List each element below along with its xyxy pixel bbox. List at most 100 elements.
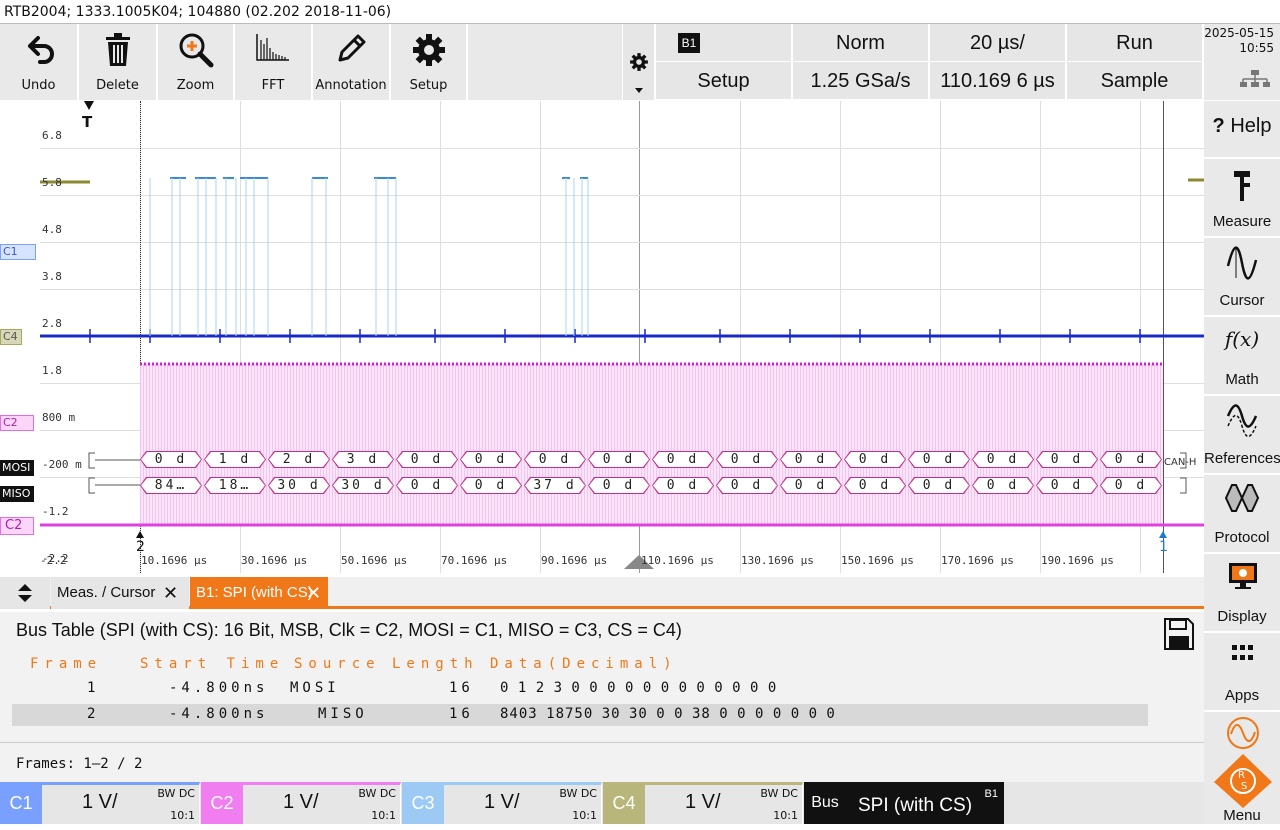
miso-frame[interactable]: 0 d: [1100, 477, 1162, 494]
mosi-frame[interactable]: 0 d: [396, 451, 458, 468]
reference-wave-icon: [1226, 404, 1258, 438]
channel-scale-c3[interactable]: 1 V/BW DC 10:1: [444, 782, 602, 824]
references-button[interactable]: References: [1204, 396, 1280, 474]
miso-frame[interactable]: 0 d: [396, 477, 458, 494]
cursor-label: Cursor: [1219, 292, 1265, 309]
row-start: -4.800ns: [169, 680, 269, 696]
zoom-button[interactable]: Zoom: [158, 24, 234, 100]
miso-frame[interactable]: 30 d: [332, 477, 394, 494]
math-button[interactable]: f(x) Math: [1204, 317, 1280, 395]
mosi-frame[interactable]: 2 d: [268, 451, 330, 468]
delete-button[interactable]: Delete: [79, 24, 157, 100]
miso-frame[interactable]: 0 d: [908, 477, 970, 494]
close-icon[interactable]: ✕: [306, 577, 321, 609]
save-icon[interactable]: [1164, 618, 1194, 650]
row-length: 16: [449, 706, 474, 722]
table-row[interactable]: 2 -4.800ns MISO 16 8403 18750 30 30 0 0 …: [12, 704, 1148, 726]
apps-button[interactable]: Apps: [1204, 633, 1280, 711]
result-tabs: Meas. / Cursor ✕ B1: SPI (with CS) ✕: [0, 577, 1204, 609]
channel-tag-c1[interactable]: C1: [0, 244, 36, 260]
bus-table-panel: Bus Table (SPI (with CS): 16 Bit, MSB, C…: [0, 612, 1204, 782]
miso-frame[interactable]: 18…: [204, 477, 266, 494]
delete-label: Delete: [96, 78, 139, 93]
miso-frame[interactable]: 0 d: [780, 477, 842, 494]
marker-1[interactable]: 1: [1159, 539, 1168, 555]
zoom-label: Zoom: [176, 78, 215, 93]
help-button[interactable]: ? Help: [1204, 101, 1280, 158]
mosi-frame[interactable]: 0 d: [844, 451, 906, 468]
bus-button[interactable]: Bus: [804, 782, 846, 824]
x-tick-label: 130.1696 µs: [741, 554, 814, 567]
trigger-mode[interactable]: Norm: [793, 24, 929, 62]
svg-text:R: R: [1238, 770, 1245, 781]
run-state[interactable]: Run: [1067, 24, 1203, 62]
miso-frame[interactable]: 0 d: [844, 477, 906, 494]
table-row[interactable]: 1 -4.800ns MOSI 16 0 1 2 3 0 0 0 0 0 0 0…: [12, 678, 1148, 700]
mosi-frame[interactable]: 0 d: [1100, 451, 1162, 468]
quick-settings-button[interactable]: [623, 24, 655, 100]
miso-frame[interactable]: 37 d: [524, 477, 586, 494]
miso-frame[interactable]: 84…: [140, 477, 202, 494]
mosi-frame[interactable]: 3 d: [332, 451, 394, 468]
panel-resize-button[interactable]: [0, 577, 50, 609]
miso-frame[interactable]: 0 d: [972, 477, 1034, 494]
mosi-frame[interactable]: 0 d: [716, 451, 778, 468]
close-icon[interactable]: ✕: [163, 577, 178, 609]
row-source: MISO: [318, 706, 368, 722]
measure-button[interactable]: Measure: [1204, 159, 1280, 237]
channel-button-c3[interactable]: C3: [402, 782, 444, 824]
channel-scale-c4[interactable]: 1 V/BW DC 10:1: [645, 782, 803, 824]
miso-frame[interactable]: 0 d: [588, 477, 650, 494]
tab-spi-with-cs[interactable]: B1: SPI (with CS) ✕: [190, 577, 328, 609]
acquisition-mode[interactable]: Sample: [1067, 62, 1203, 100]
miso-frame[interactable]: 0 d: [716, 477, 778, 494]
channel-scale-c2[interactable]: 1 V/BW DC 10:1: [243, 782, 401, 824]
help-label: Help: [1230, 115, 1272, 137]
channel-bandwidth: BW DC: [559, 787, 597, 800]
channel-button-c4[interactable]: C4: [603, 782, 645, 824]
mosi-frame[interactable]: 0 d: [1036, 451, 1098, 468]
display-button[interactable]: Display: [1204, 554, 1280, 632]
channel-button-c1[interactable]: C1: [0, 782, 42, 824]
fft-button[interactable]: FFT: [235, 24, 312, 100]
miso-frame[interactable]: 0 d: [1036, 477, 1098, 494]
miso-frame[interactable]: 0 d: [652, 477, 714, 494]
mosi-frame[interactable]: 0 d: [588, 451, 650, 468]
mosi-frame[interactable]: 0 d: [908, 451, 970, 468]
channel-tag-c2-level[interactable]: C2: [0, 517, 34, 535]
sample-rate[interactable]: 1.25 GSa/s: [793, 62, 929, 100]
marker-2[interactable]: 2: [136, 539, 145, 555]
cursor-button[interactable]: Cursor: [1204, 238, 1280, 316]
mosi-frame[interactable]: 0 d: [140, 451, 202, 468]
horizontal-position[interactable]: 110.169 6 µs: [930, 62, 1066, 100]
waveform-plot[interactable]: 0 d1 d2 d3 d0 d0 d0 d0 d0 d0 d0 d0 d0 d0…: [40, 101, 1204, 573]
trigger-marker[interactable]: T: [82, 113, 92, 131]
mosi-frame[interactable]: 0 d: [972, 451, 1034, 468]
channel-button-c2[interactable]: C2: [201, 782, 243, 824]
mosi-frame[interactable]: 0 d: [460, 451, 522, 468]
tab-meas-cursor[interactable]: Meas. / Cursor ✕: [51, 577, 189, 609]
mosi-frame[interactable]: 1 d: [204, 451, 266, 468]
mosi-frame[interactable]: 0 d: [652, 451, 714, 468]
channel-probe-ratio: 10:1: [170, 809, 195, 822]
protocol-button[interactable]: Protocol: [1204, 475, 1280, 553]
undo-button[interactable]: Undo: [0, 24, 78, 100]
miso-frame[interactable]: 0 d: [460, 477, 522, 494]
row-length: 16: [449, 680, 474, 696]
channel-tag-c2[interactable]: C2: [0, 415, 34, 431]
bus-tag-mosi[interactable]: MOSI: [0, 460, 34, 476]
channel-scale-c1[interactable]: 1 V/BW DC 10:1: [42, 782, 200, 824]
channel-tag-c4[interactable]: C4: [0, 329, 22, 345]
bus-tag-miso[interactable]: MISO: [0, 486, 34, 502]
mosi-frame[interactable]: 0 d: [524, 451, 586, 468]
timebase-scale[interactable]: 20 µs/: [930, 24, 1066, 62]
row-frame: 1: [87, 680, 100, 696]
setup-button[interactable]: Setup: [391, 24, 467, 100]
bus-select-cell[interactable]: B1: [656, 24, 792, 62]
miso-frame[interactable]: 30 d: [268, 477, 330, 494]
mosi-frame[interactable]: 0 d: [780, 451, 842, 468]
annotation-button[interactable]: Annotation: [313, 24, 390, 100]
menu-button[interactable]: R S Menu: [1204, 712, 1280, 824]
trigger-setup[interactable]: Setup: [656, 62, 792, 100]
bus-config[interactable]: SPI (with CS) B1: [846, 782, 1004, 824]
